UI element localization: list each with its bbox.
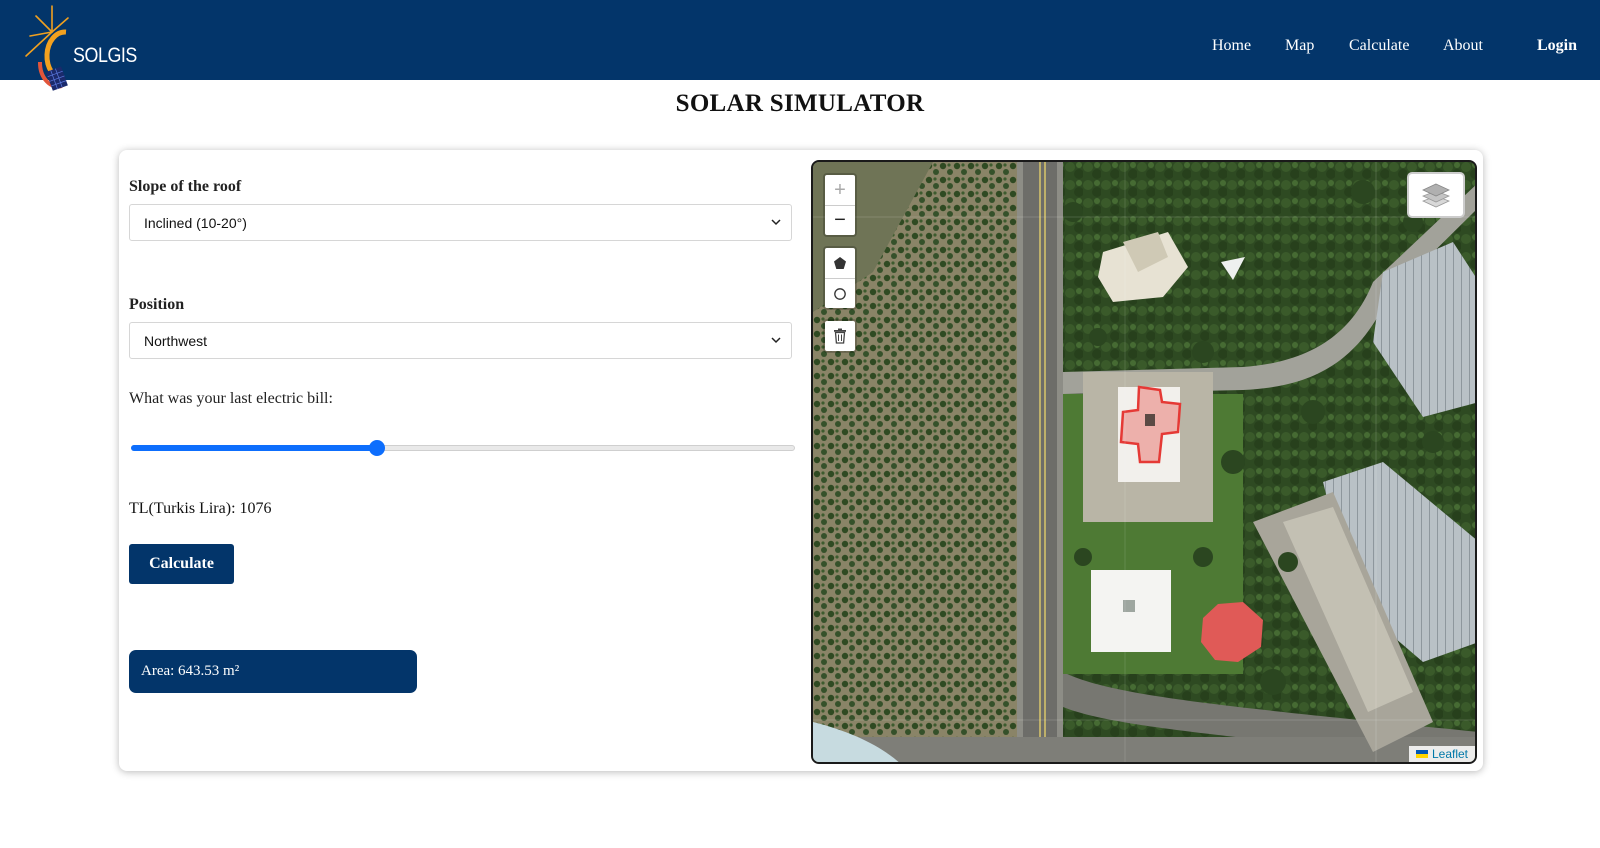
- circle-icon: [834, 287, 846, 300]
- slope-label: Slope of the roof: [129, 178, 242, 195]
- nav-home-link[interactable]: Home: [1212, 37, 1251, 55]
- zoom-control: + −: [823, 173, 857, 237]
- navbar: Home Map Calculate About Login: [0, 0, 1600, 80]
- draw-circle-button[interactable]: [825, 278, 855, 308]
- bill-slider[interactable]: [131, 438, 795, 458]
- nav-map-link[interactable]: Map: [1285, 37, 1314, 55]
- brand-name: SOLGIS: [73, 44, 137, 67]
- page-title: SOLAR SIMULATOR: [675, 90, 925, 117]
- area-result: Area: 643.53 m²: [129, 650, 417, 693]
- solgis-logo[interactable]: SOLGIS: [22, 2, 137, 98]
- position-select[interactable]: Northwest: [129, 322, 792, 359]
- draw-toolbar: [823, 246, 857, 310]
- bill-value-text: TL(Turkis Lira): 1076: [129, 500, 272, 517]
- edit-toolbar: [823, 319, 857, 353]
- nav-login-link[interactable]: Login: [1537, 37, 1577, 55]
- zoom-out-button[interactable]: −: [825, 205, 855, 235]
- leaflet-link[interactable]: Leaflet: [1432, 747, 1468, 761]
- zoom-in-button[interactable]: +: [825, 175, 855, 205]
- satellite-map[interactable]: + − Leaflet: [811, 160, 1477, 764]
- layers-button[interactable]: [1407, 172, 1465, 218]
- satellite-imagery: [813, 162, 1475, 762]
- simulator-card: Slope of the roof Inclined (10-20°) Posi…: [119, 150, 1483, 771]
- draw-polygon-button[interactable]: [825, 248, 855, 278]
- slider-thumb[interactable]: [368, 440, 385, 456]
- position-selected-value: Northwest: [144, 332, 208, 349]
- layers-icon: [1422, 183, 1450, 208]
- ukraine-flag-icon: [1415, 750, 1428, 758]
- map-attribution: Leaflet: [1408, 746, 1475, 762]
- slider-fill: [131, 445, 377, 451]
- bill-label: What was your last electric bill:: [129, 390, 333, 407]
- chevron-down-icon: [771, 337, 781, 344]
- trash-icon: [834, 328, 846, 344]
- position-label: Position: [129, 296, 185, 313]
- polygon-icon: [834, 257, 846, 269]
- calculate-button[interactable]: Calculate: [129, 544, 234, 584]
- delete-layers-button[interactable]: [825, 321, 855, 351]
- nav-calculate-link[interactable]: Calculate: [1349, 37, 1409, 55]
- slope-selected-value: Inclined (10-20°): [144, 214, 247, 231]
- slope-select[interactable]: Inclined (10-20°): [129, 204, 792, 241]
- chevron-down-icon: [771, 219, 781, 226]
- nav-about-link[interactable]: About: [1443, 37, 1483, 55]
